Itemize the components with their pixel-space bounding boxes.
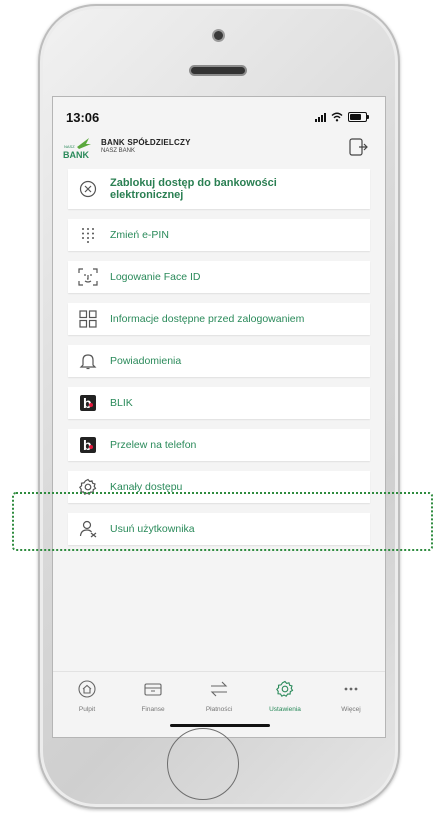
logout-icon[interactable] bbox=[349, 138, 369, 156]
home-indicator bbox=[170, 724, 270, 727]
bank-logo: NASZ BANK bbox=[63, 138, 91, 160]
menu-item-notifications[interactable]: Powiadomienia bbox=[68, 345, 370, 377]
face-id-icon bbox=[78, 267, 98, 287]
tab-label: Pulpit bbox=[78, 706, 96, 713]
wifi-icon bbox=[331, 112, 343, 122]
wallet-icon bbox=[144, 683, 162, 696]
menu-item-label: Zablokuj dostęp do bankowości elektronic… bbox=[110, 177, 277, 201]
menu-item-label: Informacje dostępne przed zalogowaniem bbox=[110, 313, 305, 325]
front-camera bbox=[214, 31, 223, 40]
gear-icon bbox=[276, 680, 294, 697]
status-icons bbox=[315, 112, 369, 122]
keypad-icon bbox=[78, 225, 98, 245]
menu-item-label: BLIK bbox=[110, 397, 133, 409]
earpiece-speaker bbox=[191, 67, 245, 74]
grid-icon bbox=[78, 309, 98, 329]
menu-item-face-id[interactable]: Logowanie Face ID bbox=[68, 261, 370, 293]
tab-pulpit[interactable]: Pulpit bbox=[57, 680, 117, 713]
phone-frame: 13:06 NASZ BANK BANK SPÓŁDZIELCZY NASZ B… bbox=[38, 4, 400, 809]
highlight-frame-remove-user bbox=[12, 492, 433, 551]
menu-item-change-epin[interactable]: Zmień e-PIN bbox=[68, 219, 370, 251]
bell-icon bbox=[78, 351, 98, 371]
block-circle-icon bbox=[78, 179, 98, 199]
tab-ustawienia[interactable]: Ustawienia bbox=[255, 680, 315, 713]
tab-wiecej[interactable]: Więcej bbox=[321, 680, 381, 713]
status-bar: 13:06 bbox=[53, 97, 385, 129]
bank-subname: NASZ BANK bbox=[101, 148, 136, 154]
menu-item-pre-login-info[interactable]: Informacje dostępne przed zalogowaniem bbox=[68, 303, 370, 335]
menu-item-block-access[interactable]: Zablokuj dostęp do bankowości elektronic… bbox=[68, 169, 370, 209]
menu-item-label: Powiadomienia bbox=[110, 355, 182, 367]
status-time: 13:06 bbox=[66, 110, 100, 125]
tab-label: Płatności bbox=[205, 706, 233, 713]
tab-finanse[interactable]: Finanse bbox=[123, 680, 183, 713]
bank-name: BANK SPÓŁDZIELCZY bbox=[101, 138, 191, 147]
home-button[interactable] bbox=[167, 728, 239, 800]
more-dots-icon bbox=[344, 687, 358, 691]
menu-item-label: Logowanie Face ID bbox=[110, 271, 201, 283]
blik-icon: b bbox=[78, 435, 98, 455]
menu-item-blik[interactable]: b BLIK bbox=[68, 387, 370, 419]
tab-label: Finanse bbox=[141, 706, 165, 713]
battery-icon bbox=[348, 112, 369, 122]
menu-item-phone-transfer[interactable]: b Przelew na telefon bbox=[68, 429, 370, 461]
bank-logo-word: BANK bbox=[63, 150, 89, 160]
phone-screen: 13:06 NASZ BANK BANK SPÓŁDZIELCZY NASZ B… bbox=[53, 97, 385, 737]
tab-platnosci[interactable]: Płatności bbox=[189, 680, 249, 713]
menu-item-label: Przelew na telefon bbox=[110, 439, 197, 451]
tab-label: Więcej bbox=[341, 706, 361, 713]
blik-icon: b bbox=[78, 393, 98, 413]
tab-label: Ustawienia bbox=[269, 706, 301, 713]
bottom-tab-bar: Pulpit Finanse Płatności Ustawienia Więc… bbox=[53, 671, 385, 737]
bank-logo-small-text: NASZ bbox=[64, 144, 75, 149]
home-icon bbox=[78, 680, 96, 698]
menu-item-label: Zmień e-PIN bbox=[110, 229, 169, 241]
transfer-arrows-icon bbox=[210, 681, 228, 697]
app-header: NASZ BANK BANK SPÓŁDZIELCZY NASZ BANK bbox=[53, 129, 385, 165]
signal-icon bbox=[315, 112, 326, 122]
